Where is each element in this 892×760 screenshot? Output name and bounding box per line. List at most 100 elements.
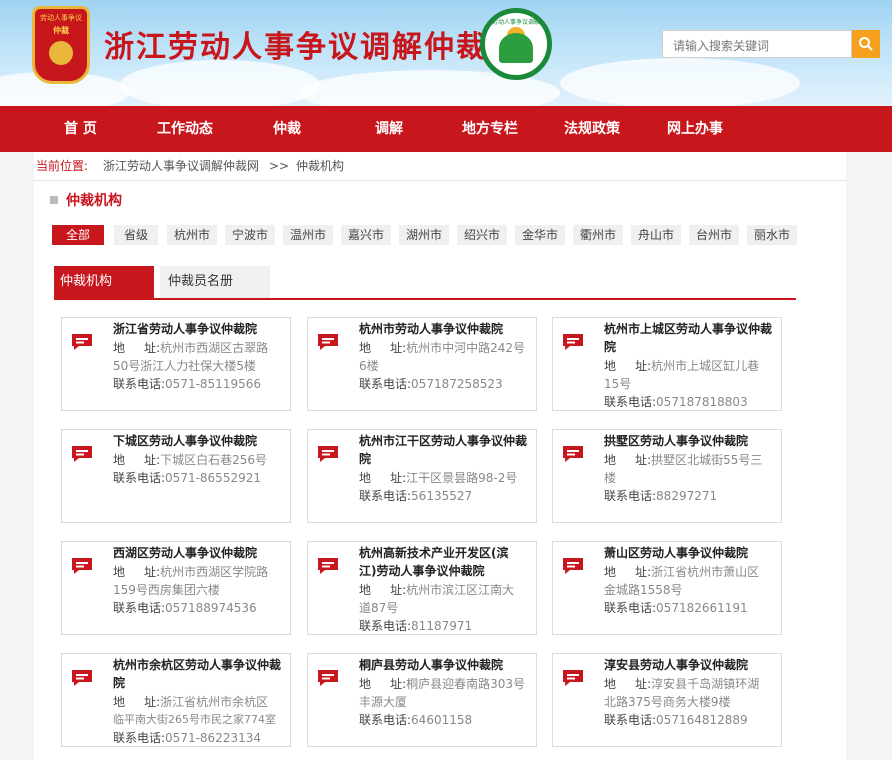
org-address: 地 址:拱墅区北城街55号三 xyxy=(604,453,763,467)
org-address-cont: 道87号 xyxy=(359,601,399,615)
org-address-cont: 6楼 xyxy=(359,359,379,373)
tab-underline xyxy=(54,298,796,300)
org-phone: 联系电话:0571-86223134 xyxy=(113,731,261,745)
org-address: 地 址:杭州市西湖区古翠路 xyxy=(113,341,269,355)
site-title[interactable]: 浙江劳动人事争议调解仲裁网 xyxy=(104,22,520,66)
city-filter-quzhou[interactable]: 衢州市 xyxy=(573,225,623,245)
org-phone: 联系电话:057187258523 xyxy=(359,377,503,391)
org-card[interactable]: 萧山区劳动人事争议仲裁院 地 址:浙江省杭州市萧山区 金城路1558号 联系电话… xyxy=(552,541,782,635)
chat-bubble-icon xyxy=(318,670,338,686)
search-icon xyxy=(859,37,873,51)
org-phone: 联系电话:057187818803 xyxy=(604,395,748,409)
org-address: 地 址:杭州市上城区缸儿巷 xyxy=(604,359,760,373)
org-card[interactable]: 拱墅区劳动人事争议仲裁院 地 址:拱墅区北城街55号三 楼 联系电话:88297… xyxy=(552,429,782,523)
chat-bubble-icon xyxy=(318,558,338,574)
org-address-cont: 金城路1558号 xyxy=(604,583,683,597)
city-filter-hangzhou[interactable]: 杭州市 xyxy=(167,225,217,245)
city-filter-ningbo[interactable]: 宁波市 xyxy=(225,225,275,245)
chat-bubble-icon xyxy=(72,446,92,462)
org-name[interactable]: 萧山区劳动人事争议仲裁院 xyxy=(604,544,779,562)
leaf-icon xyxy=(499,33,533,63)
nav-item-news[interactable]: 工作动态 xyxy=(157,106,213,152)
org-card[interactable]: 杭州市余杭区劳动人事争议仲裁院 地 址:浙江省杭州市余杭区 临平南大街265号市… xyxy=(61,653,291,747)
nav-item-local[interactable]: 地方专栏 xyxy=(462,106,518,152)
org-phone: 联系电话:64601158 xyxy=(359,713,473,727)
org-name[interactable]: 杭州高新技术产业开发区(滨 江)劳动人事争议仲裁院 xyxy=(359,544,534,580)
org-name[interactable]: 杭州市余杭区劳动人事争议仲裁院 xyxy=(113,656,288,692)
org-address: 地 址:桐庐县迎春南路303号 xyxy=(359,677,526,691)
search-button[interactable] xyxy=(852,30,880,58)
org-card[interactable]: 杭州市上城区劳动人事争议仲裁院 地 址:杭州市上城区缸儿巷 15号 联系电话:0… xyxy=(552,317,782,411)
mediation-emblem-logo: 劳动人事争议调解 xyxy=(480,8,552,80)
chat-bubble-icon xyxy=(563,558,583,574)
chat-bubble-icon xyxy=(318,446,338,462)
nav-item-home[interactable]: 首 页 xyxy=(64,106,97,152)
org-address-cont: 楼 xyxy=(604,471,617,485)
org-phone: 联系电话:56135527 xyxy=(359,489,473,503)
city-filter-jiaxing[interactable]: 嘉兴市 xyxy=(341,225,391,245)
site-header: 劳动人事争议 仲裁 浙江劳动人事争议调解仲裁网 劳动人事争议调解 请输入搜索关键… xyxy=(0,0,892,106)
org-phone: 联系电话:057182661191 xyxy=(604,601,748,615)
breadcrumb-current[interactable]: 仲裁机构 xyxy=(296,152,344,180)
city-filter-jinhua[interactable]: 金华市 xyxy=(515,225,565,245)
org-phone: 联系电话:81187971 xyxy=(359,619,473,633)
org-name[interactable]: 桐庐县劳动人事争议仲裁院 xyxy=(359,656,534,674)
chat-bubble-icon xyxy=(563,670,583,686)
org-address: 地 址:浙江省杭州市萧山区 xyxy=(604,565,760,579)
org-card[interactable]: 杭州市江干区劳动人事争议仲裁院 地 址:江干区景昙路98-2号 联系电话:561… xyxy=(307,429,537,523)
org-card[interactable]: 桐庐县劳动人事争议仲裁院 地 址:桐庐县迎春南路303号 丰源大厦 联系电话:6… xyxy=(307,653,537,747)
city-filter-shaoxing[interactable]: 绍兴市 xyxy=(457,225,507,245)
city-filter-taizhou[interactable]: 台州市 xyxy=(689,225,739,245)
breadcrumb-home-link[interactable]: 浙江劳动人事争议调解仲裁网 xyxy=(103,152,259,180)
chat-bubble-icon xyxy=(72,558,92,574)
nav-item-arbitration[interactable]: 仲裁 xyxy=(273,106,301,152)
breadcrumb: 当前位置: 浙江劳动人事争议调解仲裁网 >> 仲裁机构 xyxy=(34,152,846,180)
org-name[interactable]: 杭州市劳动人事争议仲裁院 xyxy=(359,320,534,338)
org-address-cont: 丰源大厦 xyxy=(359,695,408,709)
org-address: 地 址:浙江省杭州市余杭区 xyxy=(113,695,269,709)
nav-item-regulations[interactable]: 法规政策 xyxy=(564,106,620,152)
nav-item-online-service[interactable]: 网上办事 xyxy=(667,106,723,152)
org-name[interactable]: 西湖区劳动人事争议仲裁院 xyxy=(113,544,288,562)
city-filter-all[interactable]: 全部 xyxy=(52,225,104,245)
org-card[interactable]: 淳安县劳动人事争议仲裁院 地 址:淳安县千岛湖镇环湖 北路375号商务大楼9楼 … xyxy=(552,653,782,747)
breadcrumb-separator: >> xyxy=(269,159,290,173)
chat-bubble-icon xyxy=(563,446,583,462)
city-filter-provincial[interactable]: 省级 xyxy=(114,225,158,245)
scale-icon xyxy=(49,41,73,65)
org-address: 地 址:杭州市中河中路242号 xyxy=(359,341,526,355)
org-name[interactable]: 杭州市上城区劳动人事争议仲裁院 xyxy=(604,320,779,356)
org-card[interactable]: 浙江省劳动人事争议仲裁院 地 址:杭州市西湖区古翠路 50号浙江人力社保大楼5楼… xyxy=(61,317,291,411)
city-filter-huzhou[interactable]: 湖州市 xyxy=(399,225,449,245)
org-phone: 联系电话:057188974536 xyxy=(113,601,257,615)
org-address-cont: 15号 xyxy=(604,377,632,391)
main-nav: 首 页 工作动态 仲裁 调解 地方专栏 法规政策 网上办事 xyxy=(0,106,892,152)
org-card[interactable]: 杭州市劳动人事争议仲裁院 地 址:杭州市中河中路242号 6楼 联系电话:057… xyxy=(307,317,537,411)
org-address-cont: 159号西房集团六楼 xyxy=(113,583,220,597)
city-filter-lishui[interactable]: 丽水市 xyxy=(747,225,797,245)
org-name[interactable]: 拱墅区劳动人事争议仲裁院 xyxy=(604,432,779,450)
org-name[interactable]: 浙江省劳动人事争议仲裁院 xyxy=(113,320,288,338)
chat-bubble-icon xyxy=(72,670,92,686)
org-address: 地 址:杭州市西湖区学院路 xyxy=(113,565,269,579)
org-phone: 联系电话:0571-85119566 xyxy=(113,377,261,391)
search-input[interactable]: 请输入搜索关键词 xyxy=(662,30,852,58)
chat-bubble-icon xyxy=(72,334,92,350)
org-address: 地 址:江干区景昙路98-2号 xyxy=(359,471,518,485)
chat-bubble-icon xyxy=(563,334,583,350)
section-marker-icon xyxy=(50,196,58,204)
org-name[interactable]: 下城区劳动人事争议仲裁院 xyxy=(113,432,288,450)
org-name[interactable]: 杭州市江干区劳动人事争议仲裁院 xyxy=(359,432,534,468)
breadcrumb-label: 当前位置: xyxy=(36,159,89,173)
org-card[interactable]: 西湖区劳动人事争议仲裁院 地 址:杭州市西湖区学院路 159号西房集团六楼 联系… xyxy=(61,541,291,635)
org-card[interactable]: 杭州高新技术产业开发区(滨 江)劳动人事争议仲裁院 地 址:杭州市滨江区江南大 道… xyxy=(307,541,537,635)
org-address: 地 址:淳安县千岛湖镇环湖 xyxy=(604,677,760,691)
tab-arbitration-institutions[interactable]: 仲裁机构 xyxy=(54,266,154,298)
org-address: 地 址:下城区白石巷256号 xyxy=(113,453,268,467)
city-filter-wenzhou[interactable]: 温州市 xyxy=(283,225,333,245)
city-filter-zhoushan[interactable]: 舟山市 xyxy=(631,225,681,245)
org-name[interactable]: 淳安县劳动人事争议仲裁院 xyxy=(604,656,779,674)
nav-item-mediation[interactable]: 调解 xyxy=(375,106,403,152)
tab-arbitrator-roster[interactable]: 仲裁员名册 xyxy=(160,266,270,298)
org-card[interactable]: 下城区劳动人事争议仲裁院 地 址:下城区白石巷256号 联系电话:0571-86… xyxy=(61,429,291,523)
